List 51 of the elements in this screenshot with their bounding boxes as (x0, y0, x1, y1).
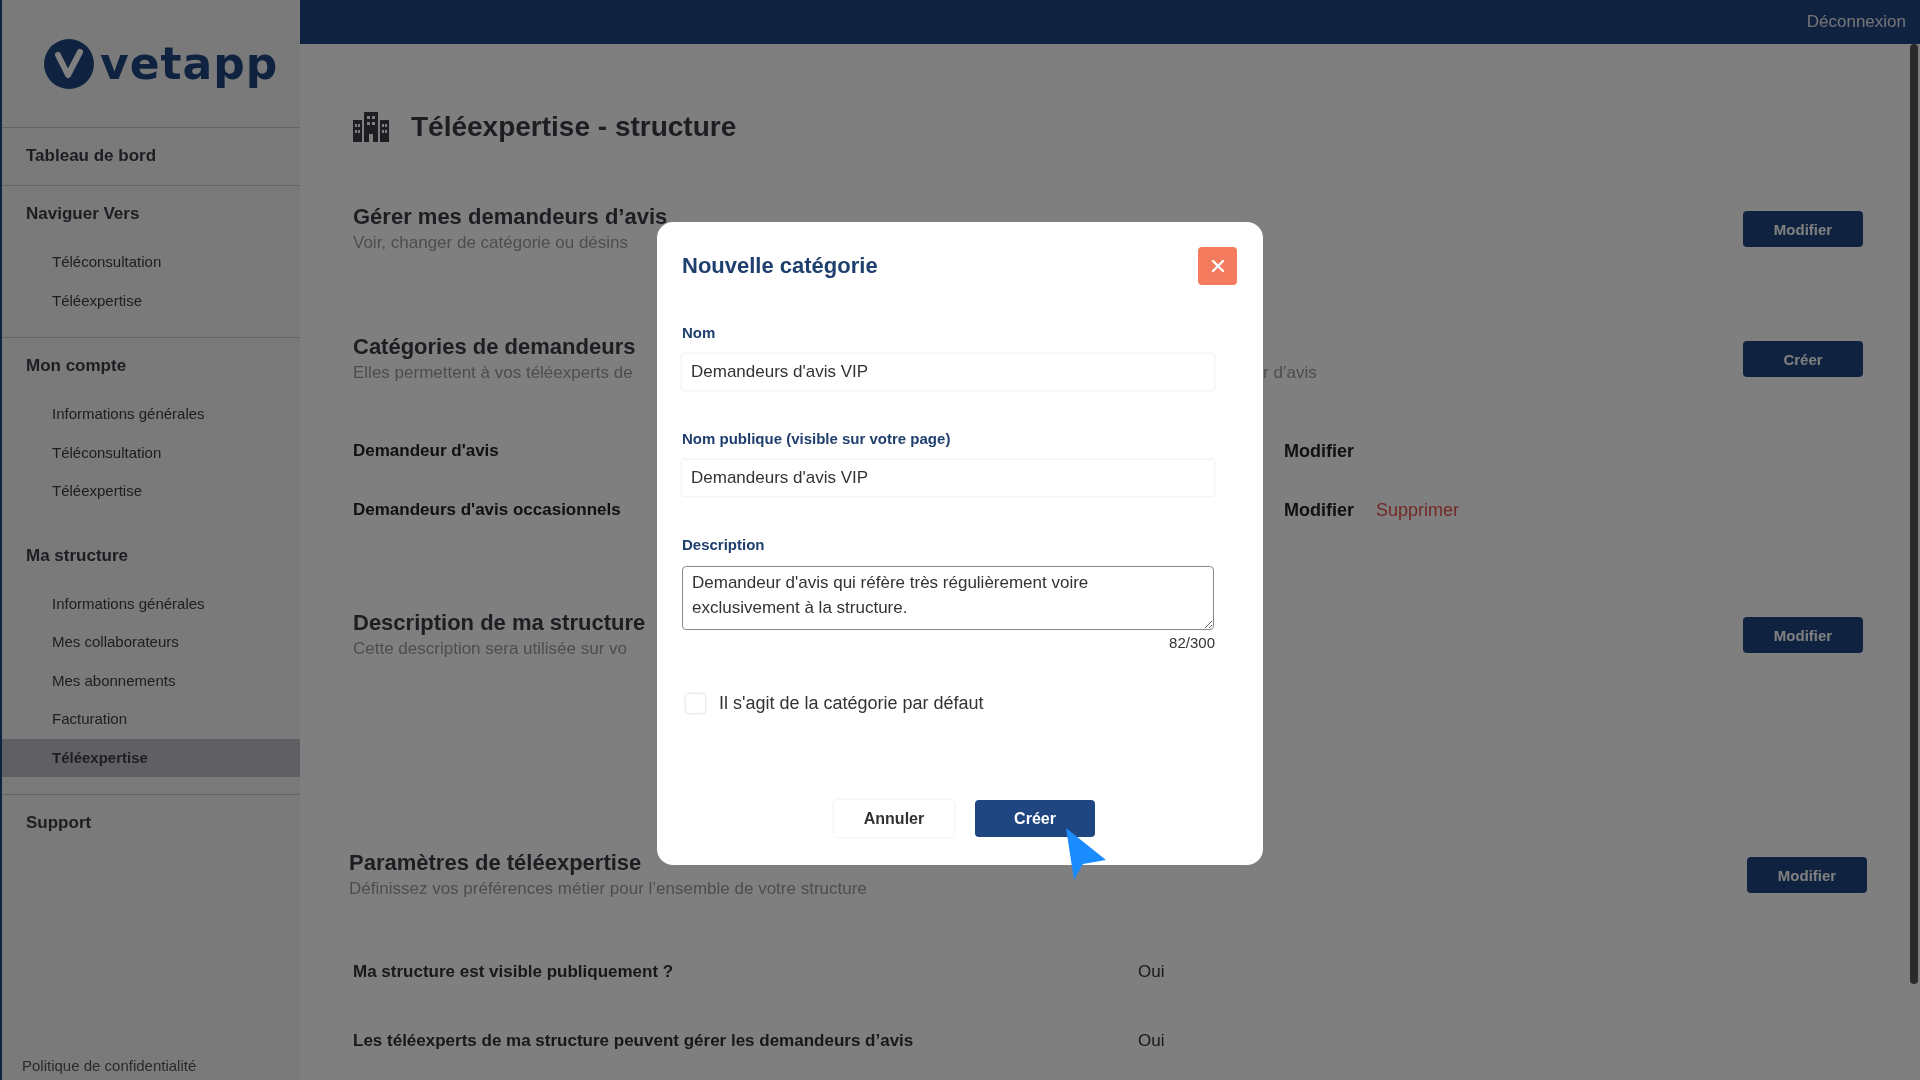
sidebar-item[interactable]: Téléexpertise (2, 738, 300, 777)
sidebar-heading[interactable]: Ma structure (2, 543, 300, 568)
edit-link[interactable]: Modifier (1284, 499, 1354, 521)
sidebar-item[interactable]: Mes abonnements (2, 661, 300, 700)
setting-value: Oui (1138, 962, 1165, 982)
sidebar-item[interactable]: Téléexpertise (2, 472, 300, 511)
character-counter: 82/300 (1169, 634, 1215, 651)
section-heading: Paramètres de téléexpertise (349, 849, 643, 877)
logout-link[interactable]: Déconnexion (1806, 12, 1906, 32)
logo-text: vetapp (100, 38, 279, 89)
category-name: Demandeur d'avis (353, 441, 500, 461)
close-icon (1210, 259, 1225, 273)
action-button[interactable]: Créer (1743, 341, 1863, 377)
category-name: Demandeurs d'avis occasionnels (353, 500, 622, 520)
sidebar-item[interactable]: Téléconsultation (2, 433, 300, 472)
text-field[interactable]: Demandeurs d'avis VIP (682, 460, 1214, 496)
sidebar-item[interactable]: Téléconsultation (2, 243, 300, 282)
setting-label: Ma structure est visible publiquement ? (353, 962, 675, 982)
cancel-button[interactable]: Annuler (834, 800, 954, 837)
create-button[interactable]: Créer (975, 800, 1095, 837)
checkbox-label: Il s'agit de la catégorie par défaut (719, 693, 984, 714)
sidebar-heading[interactable]: Support (2, 811, 300, 835)
modal-title: Nouvelle catégorie (682, 253, 878, 279)
field-label: Description (682, 536, 766, 555)
delete-link[interactable]: Supprimer (1376, 499, 1460, 521)
setting-label: Les téléexperts de ma structure peuvent gérer les demandeurs d’avis (353, 1031, 915, 1051)
page-title: Téléexpertise - structure (411, 111, 737, 143)
sidebar-heading[interactable]: Mon compte (2, 354, 300, 378)
sidebar-heading[interactable]: Naviguer Vers (2, 202, 300, 226)
sidebar-item[interactable]: Téléexpertise (2, 281, 300, 320)
action-button[interactable]: Modifier (1743, 211, 1863, 247)
description-field[interactable]: Demandeur d'avis qui réfère très régulièrement voire exclusivement à la structure. (682, 566, 1214, 630)
close-button[interactable] (1198, 247, 1237, 285)
sidebar-item[interactable]: Facturation (2, 700, 300, 739)
sidebar-item[interactable]: Mes collaborateurs (2, 623, 300, 662)
edit-link[interactable]: Modifier (1284, 440, 1354, 462)
building-icon (353, 112, 389, 142)
section-heading: Description de ma structure (353, 609, 647, 637)
section-heading: Gérer mes demandeurs d’avis (353, 203, 668, 231)
field-label: Nom (682, 324, 717, 343)
sidebar-item[interactable]: Informations générales (2, 584, 300, 623)
action-button[interactable]: Modifier (1743, 617, 1863, 653)
sidebar-heading[interactable]: Tableau de bord (2, 144, 300, 168)
sidebar-item[interactable]: Informations générales (2, 395, 300, 434)
action-button[interactable]: Modifier (1747, 857, 1867, 893)
scrollbar[interactable] (1910, 44, 1918, 984)
logo-icon (44, 38, 94, 89)
setting-value: Oui (1138, 1031, 1165, 1051)
privacy-link[interactable]: Politique de confidentialité (2, 1057, 300, 1080)
field-label: Nom publique (visible sur votre page) (682, 430, 952, 449)
text-field[interactable]: Demandeurs d'avis VIP (682, 354, 1214, 390)
